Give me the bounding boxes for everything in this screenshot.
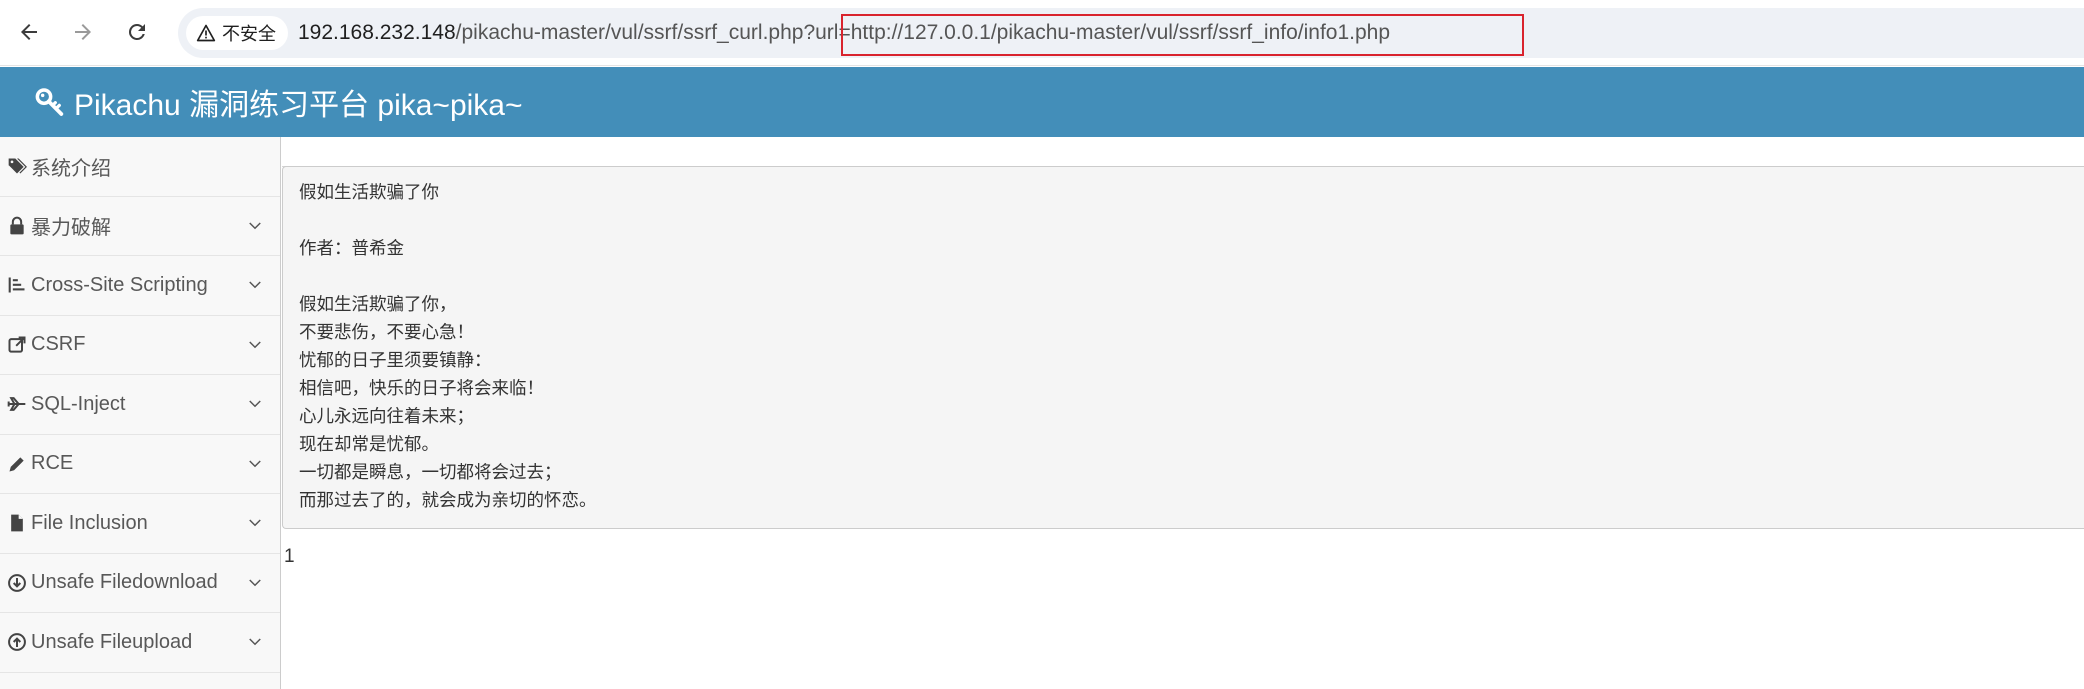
lock-icon — [7, 216, 27, 236]
chevron-down-icon[interactable] — [246, 217, 264, 235]
chevron-down-icon[interactable] — [246, 514, 264, 532]
poem-line: 忧郁的日子里须要镇静： — [299, 351, 492, 371]
sidebar-item-label: CSRF — [31, 333, 86, 356]
reload-icon — [128, 23, 145, 40]
sidebar-item-unsafe-fileupload[interactable]: Unsafe Fileupload — [0, 613, 280, 673]
sidebar-item-label: File Inclusion — [31, 511, 148, 534]
arrow-left-icon — [21, 24, 37, 40]
sidebar-item-label: Cross-Site Scripting — [31, 273, 208, 296]
poem-line: 而那过去了的，就会成为亲切的怀恋。 — [299, 491, 597, 511]
back-button[interactable] — [14, 17, 44, 47]
url-query-highlight-box — [841, 14, 1524, 56]
sidebar-item-label: Unsafe Fileupload — [31, 630, 193, 653]
sidebar-item-intro[interactable]: 系统介绍 — [0, 137, 280, 197]
sidebar-item-xss[interactable]: Cross-Site Scripting — [0, 256, 280, 316]
poem-line: 假如生活欺骗了你， — [299, 295, 457, 315]
chevron-down-icon[interactable] — [246, 574, 264, 592]
poem-output-box: 假如生活欺骗了你 作者：普希金 假如生活欺骗了你， 不要悲伤，不要心急！ 忧郁的… — [282, 166, 2084, 529]
browser-toolbar: 不安全 192.168.232.148/pikachu-master/vul/s… — [0, 0, 2084, 66]
sidebar-item-label: 暴力破解 — [31, 217, 111, 240]
chevron-down-icon[interactable] — [246, 336, 264, 354]
site-title[interactable]: Pikachu 漏洞练习平台 pika~pika~ — [74, 80, 523, 124]
poem-line: 不要悲伤，不要心急！ — [299, 323, 474, 343]
reload-button[interactable] — [122, 17, 152, 47]
download-icon — [7, 573, 27, 593]
plane-icon — [7, 394, 27, 414]
sidebar-item-file-inclusion[interactable]: File Inclusion — [0, 494, 280, 554]
chevron-down-icon[interactable] — [246, 455, 264, 473]
key-icon — [35, 88, 64, 116]
list-icon — [7, 275, 27, 295]
file-icon — [7, 513, 27, 533]
url-host: 192.168.232.148 — [298, 21, 456, 44]
sidebar-item-brute-force[interactable]: 暴力破解 — [0, 197, 280, 256]
sidebar-item-label: SQL-Inject — [31, 392, 126, 415]
poem-author: 作者：普希金 — [299, 239, 404, 259]
sidebar-item-label: 系统介绍 — [31, 157, 111, 180]
sidebar-item-sql-inject[interactable]: SQL-Inject — [0, 375, 280, 435]
poem-line: 一切都是瞬息，一切都将会过去； — [299, 463, 562, 483]
sidebar-item-csrf[interactable]: CSRF — [0, 316, 280, 375]
chevron-down-icon[interactable] — [246, 633, 264, 651]
url-path: /pikachu-master/vul/ssrf/ssrf_curl.php — [455, 21, 804, 44]
security-label: 不安全 — [222, 24, 276, 44]
poem-line: 现在却常是忧郁。 — [299, 435, 439, 455]
sidebar: 系统介绍 暴力破解 Cross-Site Scripting CSRF SQL-… — [0, 137, 281, 689]
security-indicator[interactable]: 不安全 — [186, 16, 288, 50]
upload-icon — [7, 632, 27, 652]
result-value: 1 — [284, 546, 295, 567]
poem-line: 相信吧，快乐的日子将会来临！ — [299, 379, 544, 399]
chevron-down-icon[interactable] — [246, 276, 264, 294]
tags-icon — [7, 156, 27, 176]
share-icon — [7, 335, 27, 355]
site-header: Pikachu 漏洞练习平台 pika~pika~ — [0, 67, 2084, 137]
warning-icon — [196, 24, 216, 42]
poem-line: 心儿永远向往着未来； — [299, 407, 474, 427]
sidebar-item-label: Unsafe Filedownload — [31, 571, 218, 594]
sidebar-item-unsafe-filedownload[interactable]: Unsafe Filedownload — [0, 554, 280, 613]
forward-button[interactable] — [68, 17, 98, 47]
pencil-icon — [7, 454, 27, 474]
sidebar-item-label: RCE — [31, 452, 74, 475]
sidebar-item-rce[interactable]: RCE — [0, 435, 280, 494]
main-content: 假如生活欺骗了你 作者：普希金 假如生活欺骗了你， 不要悲伤，不要心急！ 忧郁的… — [282, 137, 2084, 689]
poem-title: 假如生活欺骗了你 — [299, 183, 439, 203]
chevron-down-icon[interactable] — [246, 395, 264, 413]
arrow-right-icon — [75, 24, 91, 40]
